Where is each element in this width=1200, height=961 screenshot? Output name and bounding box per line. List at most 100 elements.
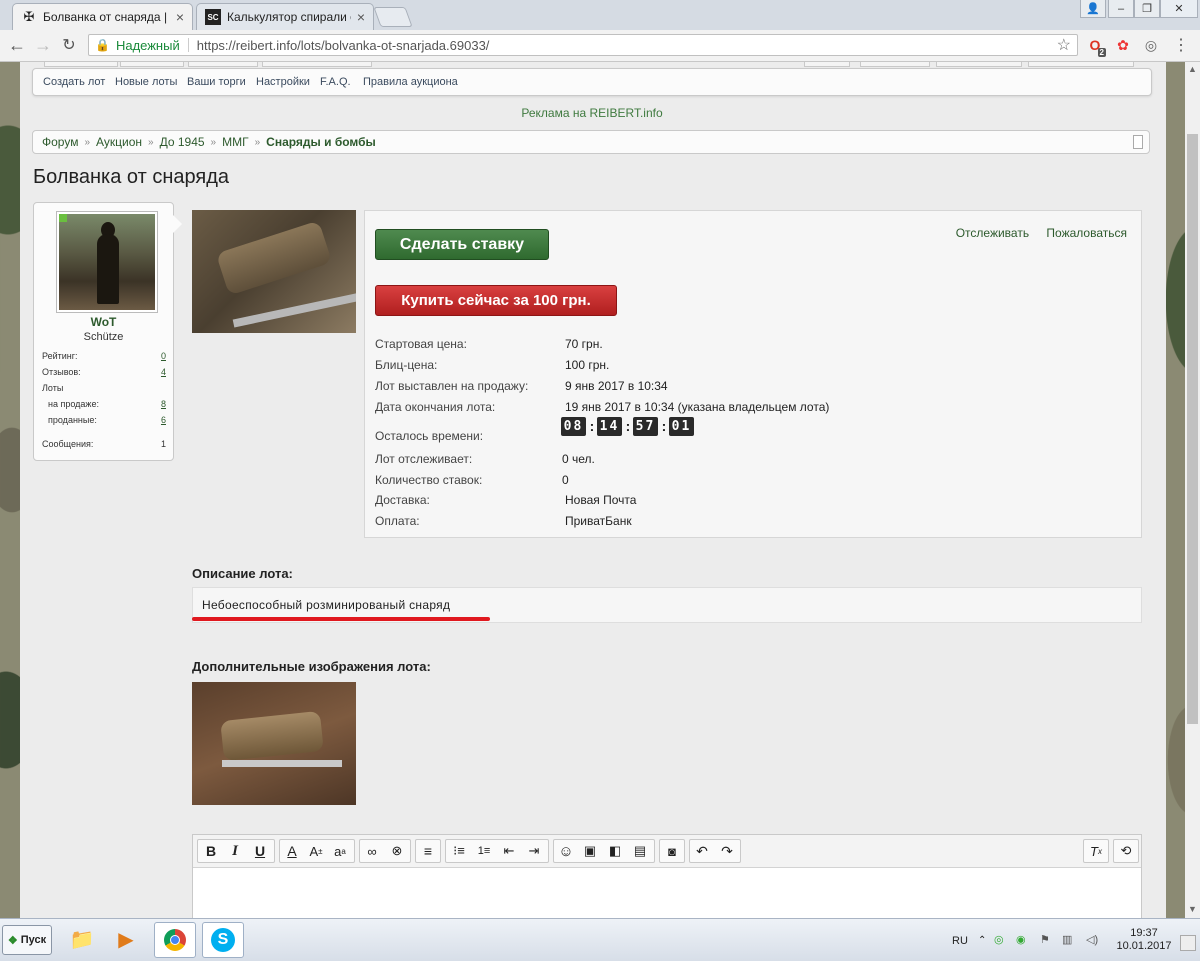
- undo-icon[interactable]: ↶: [691, 840, 713, 862]
- lot-main-image[interactable]: [192, 210, 356, 333]
- stat-reviews-value[interactable]: 4: [161, 367, 166, 377]
- nav-new-lots[interactable]: Новые лоты: [115, 76, 177, 88]
- extension-colorful-icon[interactable]: ✿: [1114, 36, 1132, 54]
- tab-title: Калькулятор спирали ог: [227, 10, 351, 24]
- nav-settings[interactable]: Настройки: [256, 76, 310, 88]
- address-bar[interactable]: 🔒 Надежный https://reibert.info/lots/bol…: [88, 34, 1078, 56]
- user-profile-icon[interactable]: 👤: [1080, 0, 1106, 18]
- breadcrumb-mmg[interactable]: ММГ: [222, 135, 249, 149]
- clock[interactable]: 19:37 10.01.2017: [1114, 927, 1174, 953]
- ad-banner-text[interactable]: Реклама на REIBERT.info: [20, 106, 1164, 120]
- breadcrumb-separator: »: [84, 136, 91, 148]
- stat-sold-value[interactable]: 6: [161, 415, 166, 425]
- new-tab-button[interactable]: [373, 7, 413, 27]
- outdent-icon[interactable]: ⇤: [498, 840, 520, 862]
- extension-opera-icon[interactable]: O2: [1086, 36, 1106, 57]
- breadcrumb-current[interactable]: Снаряды и бомбы: [266, 135, 376, 149]
- media-icon[interactable]: ◧: [604, 840, 626, 862]
- language-indicator[interactable]: RU: [952, 935, 968, 947]
- stat-messages-value: 1: [160, 439, 166, 449]
- extra-image[interactable]: [192, 682, 356, 805]
- seller-name[interactable]: WoT: [34, 315, 173, 329]
- breadcrumb-forum[interactable]: Форум: [42, 135, 78, 149]
- italic-icon[interactable]: I: [224, 840, 246, 862]
- extension-circle-icon[interactable]: ◎: [1142, 36, 1160, 54]
- field-label: Лот отслеживает:: [375, 452, 473, 466]
- breadcrumb-auction[interactable]: Аукцион: [96, 135, 142, 149]
- browser-tab-active[interactable]: ✠ Болванка от снаряда | R ×: [12, 3, 193, 30]
- font-size-icon[interactable]: A ±: [305, 840, 327, 862]
- clock-date: 10.01.2017: [1116, 940, 1172, 952]
- scroll-thumb[interactable]: [1187, 134, 1198, 724]
- forward-button[interactable]: →: [32, 34, 54, 56]
- unlink-icon[interactable]: ⊗: [386, 840, 408, 862]
- show-desktop-button[interactable]: [1180, 935, 1196, 951]
- tray-network-icon[interactable]: ▥: [1062, 933, 1072, 946]
- sc-icon: SC: [205, 9, 221, 25]
- scroll-down-icon[interactable]: ▼: [1188, 904, 1197, 914]
- toggle-bbcode-icon[interactable]: ⟲: [1115, 840, 1137, 862]
- tray-app-icon[interactable]: ◎: [994, 933, 1004, 946]
- back-button[interactable]: ←: [6, 34, 28, 56]
- tray-flag-icon[interactable]: ⚑: [1040, 933, 1050, 946]
- description-title: Описание лота:: [192, 566, 293, 581]
- stat-on-sale-value[interactable]: 8: [161, 399, 166, 409]
- text-color-icon[interactable]: A: [281, 840, 303, 862]
- nav-your-bids[interactable]: Ваши торги: [187, 76, 246, 88]
- tray-sync-icon[interactable]: ◉: [1016, 933, 1026, 946]
- tray-expand-icon[interactable]: ⌃: [978, 935, 986, 946]
- nav-create-lot[interactable]: Создать лот: [43, 76, 105, 88]
- report-link[interactable]: Пожаловаться: [1046, 226, 1127, 240]
- camera-icon[interactable]: ◙: [661, 840, 683, 862]
- font-style-icon[interactable]: aa: [329, 840, 351, 862]
- redo-icon[interactable]: ↷: [716, 840, 738, 862]
- browser-tab-calculator[interactable]: SC Калькулятор спирали ог ×: [196, 3, 374, 30]
- link-icon[interactable]: ∞: [361, 840, 383, 862]
- watch-link[interactable]: Отслеживать: [956, 226, 1029, 240]
- stat-messages: Сообщения: 1: [42, 439, 166, 449]
- restore-button[interactable]: ❐: [1134, 0, 1160, 18]
- field-label: Оплата:: [375, 514, 420, 528]
- reply-editor[interactable]: B I U A A ± aa ∞ ⊗ ≡ ⁝≡ 1≡ ⇤ ⇥ ☺ ▣ ◧ ▤ ◙ …: [192, 834, 1142, 918]
- buy-now-button[interactable]: Купить сейчас за 100 грн.: [375, 285, 617, 316]
- reload-button[interactable]: ↻: [58, 34, 80, 56]
- field-label: Дата окончания лота:: [375, 400, 496, 414]
- image-icon[interactable]: ▣: [579, 840, 601, 862]
- nav-rules[interactable]: Правила аукциона: [363, 76, 458, 88]
- scroll-up-icon[interactable]: ▲: [1188, 64, 1197, 74]
- avatar-image: [59, 214, 155, 310]
- indent-icon[interactable]: ⇥: [523, 840, 545, 862]
- browser-tab-bar: ✠ Болванка от снаряда | R × SC Калькулят…: [0, 0, 1200, 30]
- bullet-list-icon[interactable]: ⁝≡: [448, 840, 470, 862]
- explorer-icon[interactable]: 📁: [62, 922, 102, 956]
- smiley-icon[interactable]: ☺: [555, 840, 577, 862]
- omnibox-divider: [187, 38, 189, 52]
- lock-icon: 🔒: [95, 38, 110, 52]
- remove-format-icon[interactable]: Tx: [1085, 840, 1107, 862]
- tray-volume-icon[interactable]: ◁): [1086, 933, 1098, 946]
- underline-icon[interactable]: U: [249, 840, 271, 862]
- field-value: Новая Почта: [565, 493, 637, 507]
- media-player-icon[interactable]: ▶: [106, 922, 146, 956]
- number-list-icon[interactable]: 1≡: [473, 840, 495, 862]
- start-button[interactable]: ❖ Пуск: [2, 925, 52, 955]
- avatar[interactable]: [56, 211, 158, 313]
- close-tab-icon[interactable]: ×: [176, 9, 184, 25]
- bookmark-star-icon[interactable]: ☆: [1057, 35, 1071, 55]
- place-bid-button[interactable]: Сделать ставку: [375, 229, 549, 260]
- menu-icon[interactable]: ⋮: [1172, 36, 1190, 54]
- nav-faq[interactable]: F.A.Q.: [320, 76, 351, 88]
- skype-icon[interactable]: S: [202, 922, 244, 958]
- red-underline-annotation: [192, 617, 490, 621]
- bold-icon[interactable]: B: [200, 840, 222, 862]
- editor-toolbar: B I U A A ± aa ∞ ⊗ ≡ ⁝≡ 1≡ ⇤ ⇥ ☺ ▣ ◧ ▤ ◙ …: [193, 835, 1141, 868]
- page-scrollbar[interactable]: ▲ ▼: [1185, 62, 1200, 918]
- close-tab-icon[interactable]: ×: [357, 9, 365, 25]
- template-icon[interactable]: ▤: [629, 840, 651, 862]
- minimize-button[interactable]: –: [1108, 0, 1134, 18]
- close-window-button[interactable]: ✕: [1160, 0, 1198, 18]
- align-icon[interactable]: ≡: [417, 840, 439, 862]
- stat-rating-value[interactable]: 0: [161, 351, 166, 361]
- breadcrumb-before-1945[interactable]: До 1945: [160, 135, 205, 149]
- chrome-icon[interactable]: [154, 922, 196, 958]
